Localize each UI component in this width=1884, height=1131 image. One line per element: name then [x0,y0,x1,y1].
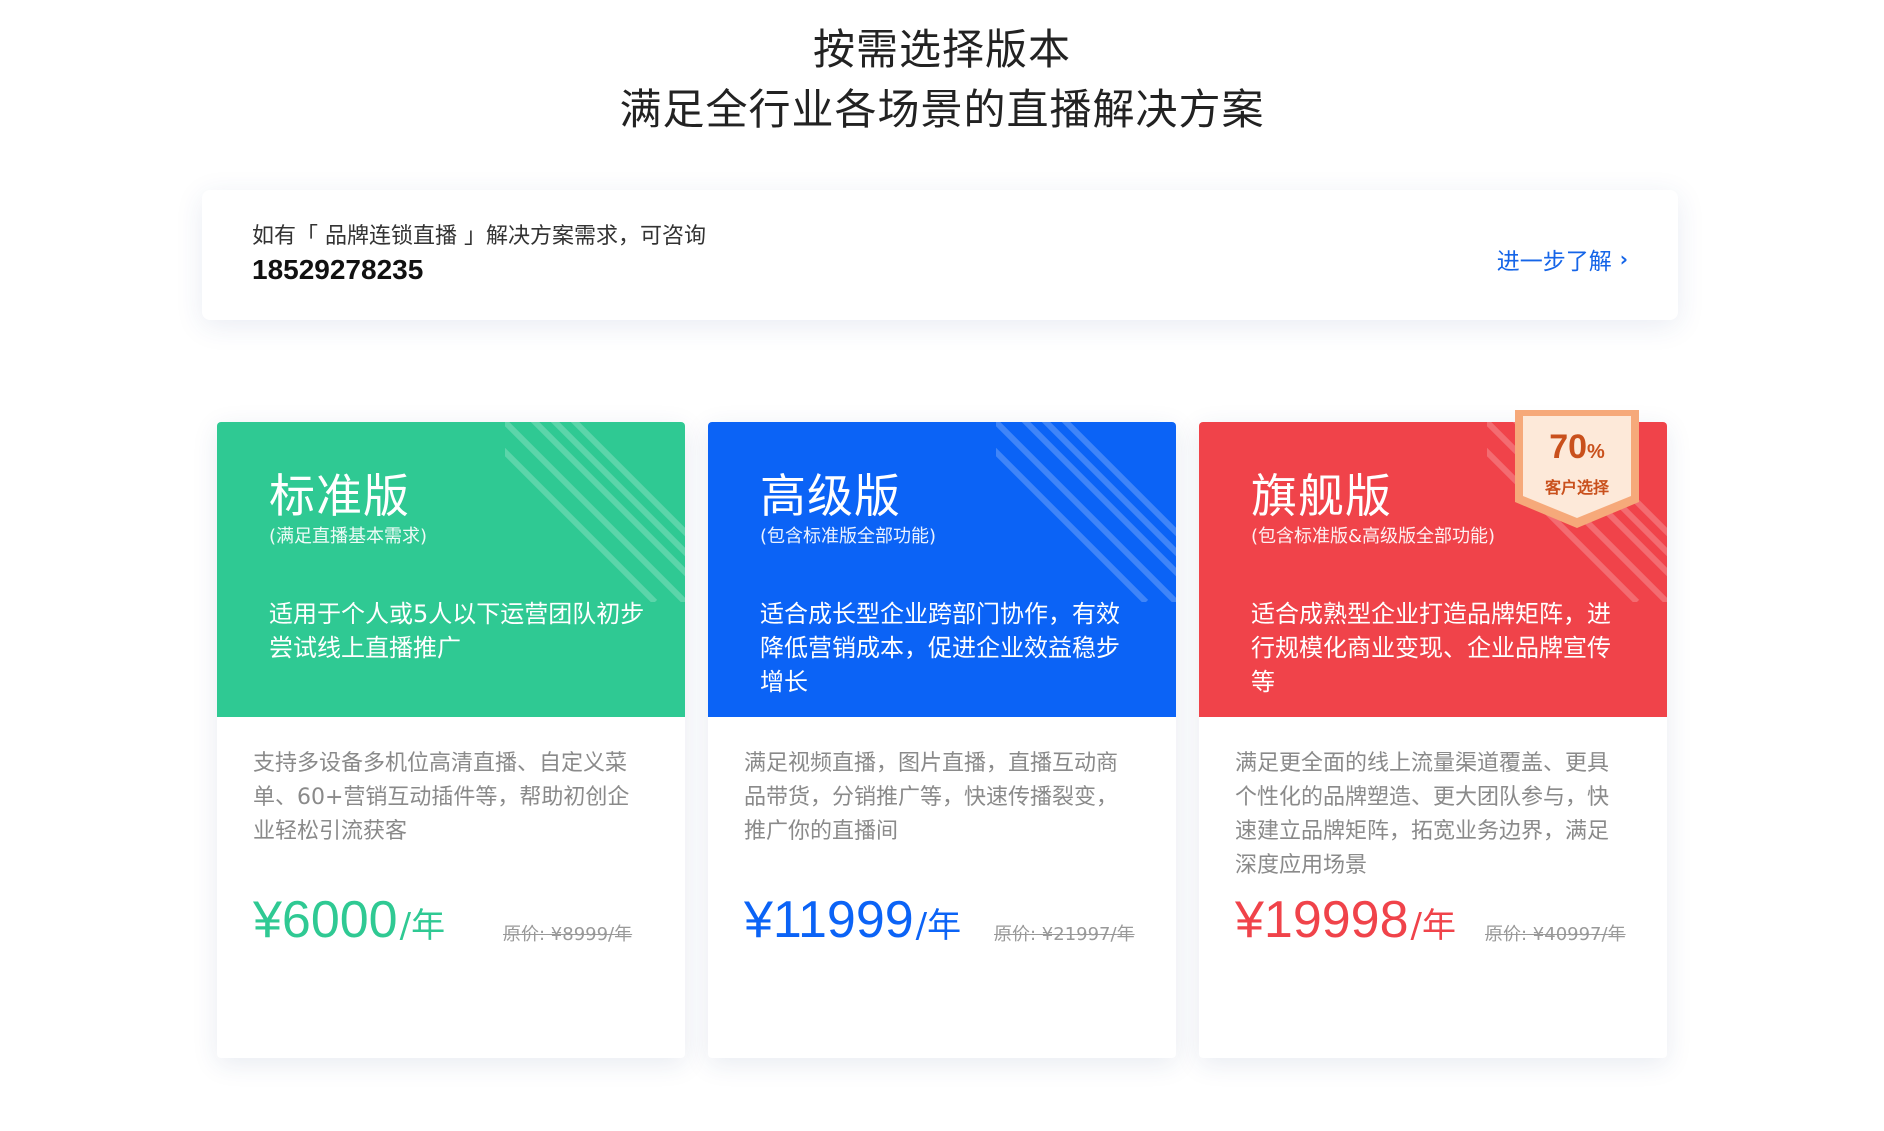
plan-description: 满足更全面的线上流量渠道覆盖、更具个性化的品牌塑造、更大团队参与，快速建立品牌矩… [1235,751,1610,878]
plan-name: 高级版 [760,469,901,523]
price-amount: ¥6000 [253,891,398,949]
plan-summary: 适用于个人或5人以下运营团队初步尝试线上直播推广 [269,600,645,662]
plan-summary: 适合成熟型企业打造品牌矩阵，进行规模化商业变现、企业品牌宣传等 [1251,600,1611,696]
price-amount: ¥11999 [744,891,914,949]
consult-text: 如有「 品牌连锁直播 」解决方案需求，可咨询 [252,224,706,249]
stripes-decoration [505,422,685,602]
badge-suffix: % [1587,441,1605,463]
plan-summary: 适合成长型企业跨部门协作，有效降低营销成本，促进企业效益稳步增长 [760,600,1120,696]
plan-subtitle: (包含标准版全部功能) [760,526,937,547]
heading-line-2: 满足全行业各场景的直播解决方案 [619,85,1265,134]
badge-percent: 70% [1511,428,1643,467]
plan-price: ¥6000 /年 [253,890,445,950]
plan-header: 高级版 (包含标准版全部功能) 适合成长型企业跨部门协作，有效降低营销成本，促进… [708,422,1176,717]
price-unit: /年 [399,906,446,946]
consult-banner: 如有「 品牌连锁直播 」解决方案需求，可咨询 18529278235 进一步了解… [202,190,1678,320]
plan-name: 标准版 [269,469,410,523]
section-heading: 按需选择版本 满足全行业各场景的直播解决方案 [0,20,1884,140]
popular-badge: 70% 客户选择 [1511,410,1643,528]
stripes-decoration [996,422,1176,602]
plan-description: 支持多设备多机位高清直播、自定义菜单、60+营销互动插件等，帮助初创企业轻松引流… [253,751,630,844]
plan-price: ¥11999 /年 [744,890,961,950]
plan-subtitle: (包含标准版&高级版全部功能) [1251,526,1496,547]
consult-phone-number: 18529278235 [252,254,424,285]
plan-card-flagship[interactable]: 旗舰版 (包含标准版&高级版全部功能) 适合成熟型企业打造品牌矩阵，进行规模化商… [1199,410,1667,1058]
badge-label: 客户选择 [1544,478,1609,497]
heading-line-1: 按需选择版本 [812,25,1071,74]
learn-more-label: 进一步了解 [1496,249,1612,275]
plan-subtitle: (满足直播基本需求) [269,526,428,547]
price-unit: /年 [915,906,962,946]
plan-header: 标准版 (满足直播基本需求) 适用于个人或5人以下运营团队初步尝试线上直播推广 [217,422,685,717]
plan-card-standard[interactable]: 标准版 (满足直播基本需求) 适用于个人或5人以下运营团队初步尝试线上直播推广 … [217,422,685,1058]
price-unit: /年 [1410,906,1456,946]
original-price: 原价: ¥8999/年 [503,924,633,945]
original-price: 原价: ¥40997/年 [1485,924,1626,945]
plan-price: ¥19998 /年 [1235,890,1456,950]
plan-description: 满足视频直播，图片直播，直播互动商品带货，分销推广等，快速传播裂变，推广你的直播… [744,751,1119,844]
plan-card-advanced[interactable]: 高级版 (包含标准版全部功能) 适合成长型企业跨部门协作，有效降低营销成本，促进… [708,422,1176,1058]
plan-name: 旗舰版 [1251,469,1392,523]
chevron-right-icon: › [1619,247,1628,271]
original-price: 原价: ¥21997/年 [994,924,1135,945]
learn-more-link[interactable]: 进一步了解 › [1497,242,1628,276]
badge-value: 70 [1549,428,1588,466]
price-amount: ¥19998 [1235,891,1409,949]
